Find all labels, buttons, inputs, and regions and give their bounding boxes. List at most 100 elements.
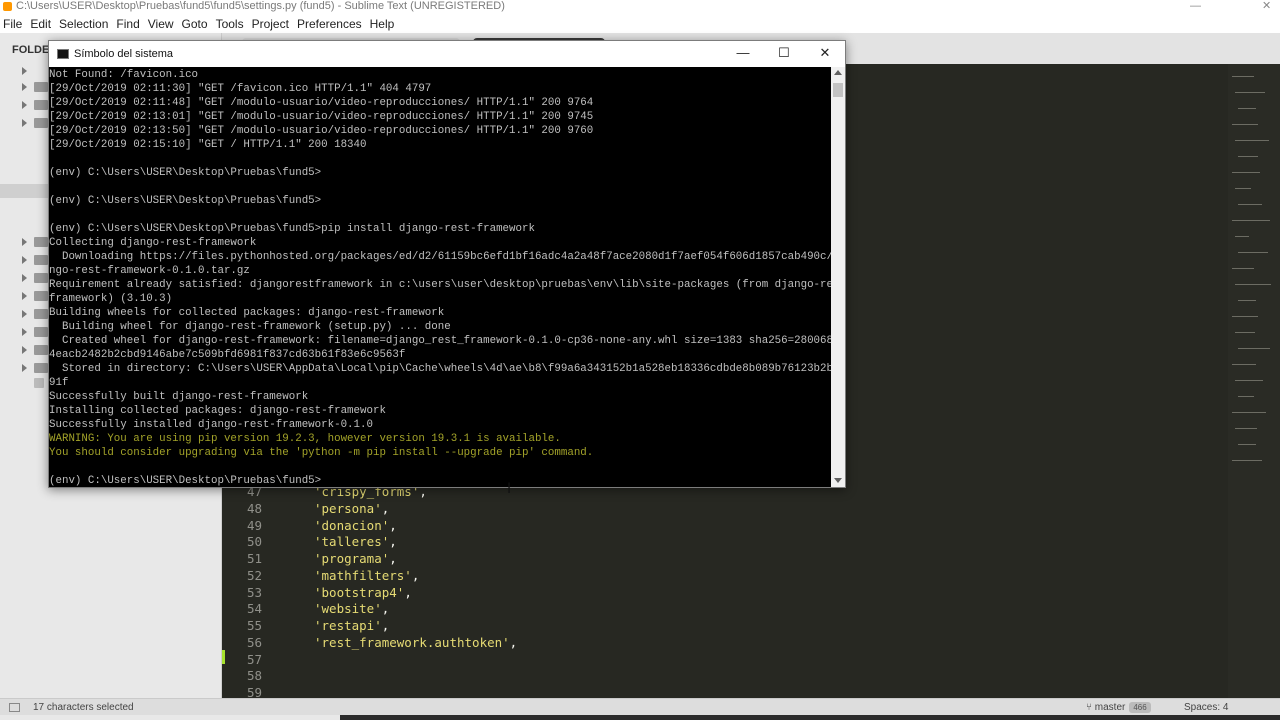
st-close-icon[interactable]: ✕	[1262, 0, 1271, 12]
menu-help[interactable]: Help	[369, 17, 400, 31]
menu-goto[interactable]: Goto	[181, 17, 213, 31]
tree-row[interactable]	[22, 99, 48, 111]
menu-file[interactable]: File	[2, 17, 27, 31]
cmd-warning-line: WARNING: You are using pip version 19.2.…	[49, 433, 561, 445]
code-string: 'persona',	[314, 501, 389, 517]
expand-arrow-icon[interactable]	[22, 67, 27, 75]
minimap-line	[1235, 428, 1257, 429]
expand-arrow-icon[interactable]	[22, 101, 27, 109]
tree-row[interactable]	[22, 236, 48, 248]
cmd-output-line: framework) (3.10.3)	[49, 293, 173, 305]
expand-arrow-icon[interactable]	[22, 292, 27, 300]
cmd-output[interactable]: Not Found: /favicon.ico [29/Oct/2019 02:1…	[49, 67, 831, 487]
minimap-line	[1232, 76, 1254, 77]
code-string: 'mathfilters',	[314, 568, 419, 584]
cmd-title-bar[interactable]: Símbolo del sistema — ☐ ✕	[49, 41, 845, 67]
indent-setting[interactable]: Spaces: 4	[1184, 699, 1228, 716]
cmd-output-line: Not Found: /favicon.ico	[49, 69, 199, 81]
cmd-title: Símbolo del sistema	[74, 48, 174, 60]
code-line[interactable]: 53 'bootstrap4',	[222, 585, 822, 601]
folder-icon	[34, 345, 48, 355]
tree-row[interactable]	[22, 65, 48, 77]
git-branch[interactable]: ⑂ master 466	[1086, 699, 1151, 716]
expand-arrow-icon[interactable]	[22, 346, 27, 354]
code-line[interactable]: 50 'talleres',	[222, 534, 822, 550]
expand-arrow-icon[interactable]	[22, 364, 27, 372]
tree-row[interactable]	[22, 254, 48, 266]
tree-row[interactable]	[22, 377, 48, 389]
string-literal: 'website'	[314, 601, 382, 617]
taskbar-active-item[interactable]	[0, 715, 340, 720]
code-string: 'donacion',	[314, 518, 397, 534]
cmd-app-icon	[57, 49, 69, 59]
menu-project[interactable]: Project	[251, 17, 294, 31]
punctuation: ,	[389, 551, 397, 566]
cmd-minimize-button[interactable]: —	[723, 41, 763, 67]
tree-row[interactable]	[22, 272, 48, 284]
code-line[interactable]: 51 'programa',	[222, 551, 822, 567]
menu-find[interactable]: Find	[115, 17, 144, 31]
scroll-thumb[interactable]	[833, 83, 843, 97]
code-string: 'bootstrap4',	[314, 585, 412, 601]
code-line[interactable]: 52 'mathfilters',	[222, 568, 822, 584]
minimap-line	[1232, 316, 1258, 317]
punctuation: ,	[389, 534, 397, 550]
menu-edit[interactable]: Edit	[29, 17, 56, 31]
menu-view[interactable]: View	[147, 17, 179, 31]
expand-arrow-icon[interactable]	[22, 310, 27, 318]
expand-arrow-icon[interactable]	[22, 238, 27, 246]
cmd-output-line	[49, 180, 831, 194]
expand-arrow-icon[interactable]	[22, 274, 27, 282]
st-minimize-icon[interactable]: —	[1190, 0, 1201, 12]
code-line[interactable]: 54 'website',	[222, 601, 822, 617]
code-line[interactable]: 56 'rest_framework.authtoken',	[222, 635, 822, 651]
minimap-line	[1232, 364, 1256, 365]
line-number: 48	[246, 500, 262, 516]
menu-preferences[interactable]: Preferences	[296, 17, 367, 31]
expand-arrow-icon[interactable]	[22, 256, 27, 264]
scroll-down-icon[interactable]	[834, 478, 842, 483]
tree-row[interactable]	[22, 308, 48, 320]
expand-arrow-icon[interactable]	[22, 328, 27, 336]
code-line[interactable]: 49 'donacion',	[222, 518, 822, 534]
cmd-close-button[interactable]: ✕	[805, 41, 845, 67]
cmd-output-line: [29/Oct/2019 02:11:30] "GET /favicon.ico…	[49, 83, 432, 95]
minimap-line	[1235, 188, 1251, 189]
minimap-line	[1235, 140, 1269, 141]
menu-selection[interactable]: Selection	[58, 17, 113, 31]
cmd-scrollbar[interactable]	[831, 67, 845, 487]
cmd-output-line	[49, 208, 831, 222]
expand-arrow-icon[interactable]	[22, 119, 27, 127]
code-line[interactable]: 55 'restapi',	[222, 618, 822, 634]
code-string: 'restapi',	[314, 618, 389, 634]
code-string: 'programa',	[314, 551, 397, 567]
minimap-line	[1238, 156, 1258, 157]
cmd-output-line: [29/Oct/2019 02:15:10] "GET / HTTP/1.1" …	[49, 139, 367, 151]
tree-row[interactable]	[22, 117, 48, 129]
tree-row[interactable]	[22, 362, 48, 374]
cmd-output-line: 4eacb2482b2cbd9146abe7c509bfd6981f837cd6…	[49, 349, 406, 361]
menu-tools[interactable]: Tools	[215, 17, 249, 31]
cmd-output-line: Installing collected packages: django-re…	[49, 405, 386, 417]
scroll-up-icon[interactable]	[834, 70, 842, 75]
tree-row[interactable]	[22, 326, 48, 338]
tree-row[interactable]	[22, 81, 48, 93]
code-line[interactable]: 57	[222, 652, 822, 668]
tree-row[interactable]	[22, 290, 48, 302]
tree-row[interactable]	[22, 344, 48, 356]
punctuation: ,	[389, 517, 397, 533]
sidebar-selected-row[interactable]	[0, 184, 48, 198]
expand-arrow-icon[interactable]	[22, 83, 27, 91]
command-prompt-window[interactable]: Símbolo del sistema — ☐ ✕ Not Found: /fa…	[48, 40, 846, 488]
line-number: 56	[246, 634, 262, 650]
cmd-output-line: Downloading https://files.pythonhosted.o…	[49, 251, 831, 263]
code-line[interactable]: 58	[222, 668, 822, 684]
cmd-maximize-button[interactable]: ☐	[764, 41, 804, 67]
minimap-line	[1238, 300, 1256, 301]
minimap-line	[1232, 268, 1254, 269]
minimap[interactable]	[1228, 64, 1280, 698]
code-line[interactable]: 48 'persona',	[222, 501, 822, 517]
file-icon	[34, 378, 44, 388]
string-literal: 'talleres'	[314, 534, 390, 550]
panel-toggle-icon[interactable]	[9, 703, 20, 712]
